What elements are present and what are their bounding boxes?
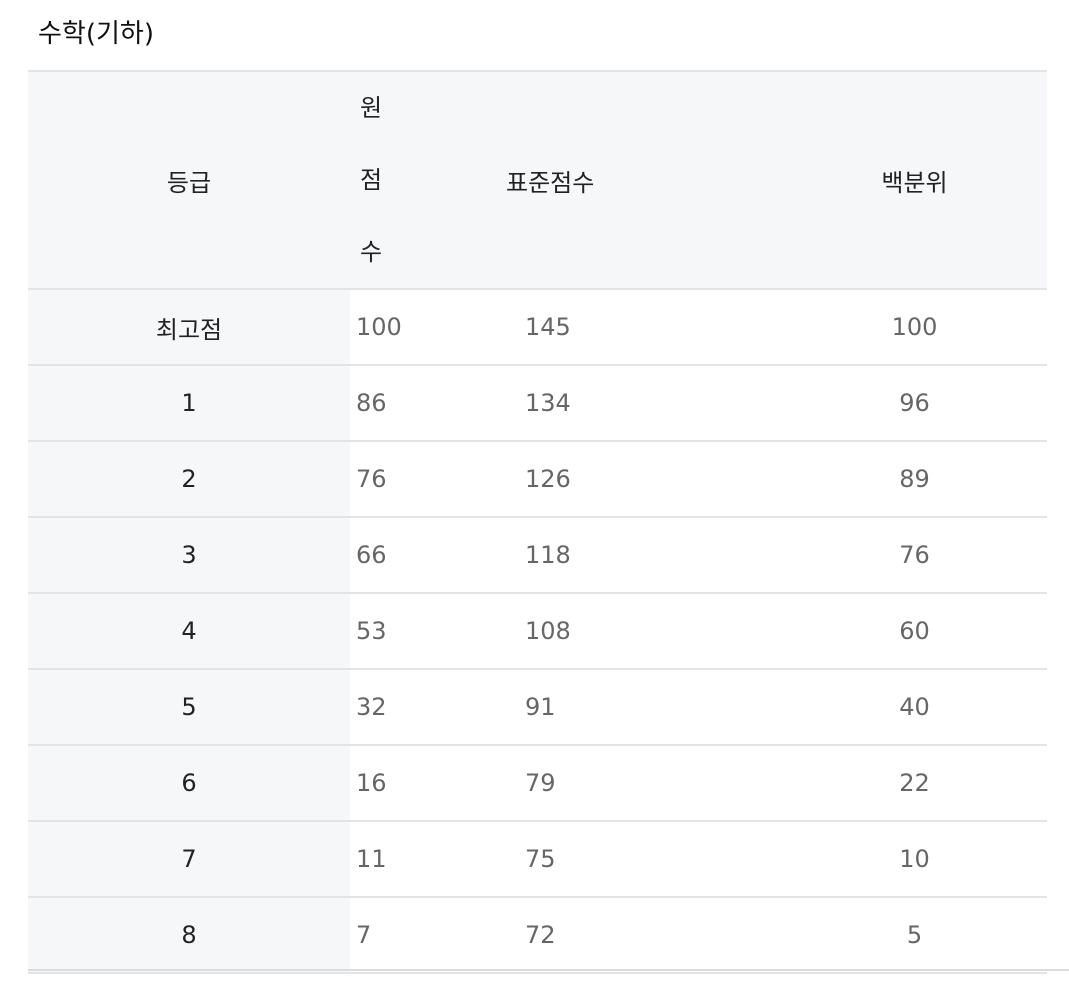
standard-score-cell: 108 — [450, 593, 672, 670]
percentile-cell: 22 — [672, 745, 1047, 822]
percentile-cell: 76 — [672, 517, 1047, 594]
raw-score-cell: 11 — [350, 821, 450, 898]
standard-score-cell: 118 — [450, 517, 672, 594]
grade-cell: 1 — [28, 365, 350, 442]
raw-score-cell: 86 — [350, 365, 450, 442]
table-row: 7 11 75 10 — [28, 821, 1047, 898]
grade-cell: 8 — [28, 897, 350, 974]
raw-score-cell: 16 — [350, 745, 450, 822]
table-row: 5 32 91 40 — [28, 669, 1047, 746]
table-row: 4 53 108 60 — [28, 593, 1047, 670]
grade-cell: 5 — [28, 669, 350, 746]
grade-cell: 2 — [28, 441, 350, 518]
raw-score-cell: 100 — [350, 289, 450, 366]
header-raw-score-label: 원점수 — [360, 94, 383, 266]
raw-score-cell: 32 — [350, 669, 450, 746]
percentile-cell: 40 — [672, 669, 1047, 746]
bottom-divider — [28, 969, 1069, 971]
table-row: 1 86 134 96 — [28, 365, 1047, 442]
standard-score-cell: 145 — [450, 289, 672, 366]
table-row: 2 76 126 89 — [28, 441, 1047, 518]
standard-score-cell: 91 — [450, 669, 672, 746]
grade-cell: 7 — [28, 821, 350, 898]
percentile-cell: 60 — [672, 593, 1047, 670]
table-row: 6 16 79 22 — [28, 745, 1047, 822]
table-row: 8 7 72 5 — [28, 897, 1047, 974]
percentile-cell: 5 — [672, 897, 1047, 974]
header-grade: 등급 — [28, 71, 350, 290]
table-row: 3 66 118 76 — [28, 517, 1047, 594]
grade-cell: 4 — [28, 593, 350, 670]
table-row: 최고점 100 145 100 — [28, 289, 1047, 366]
raw-score-cell: 53 — [350, 593, 450, 670]
grade-cell: 6 — [28, 745, 350, 822]
standard-score-cell: 72 — [450, 897, 672, 974]
raw-score-cell: 76 — [350, 441, 450, 518]
percentile-cell: 96 — [672, 365, 1047, 442]
grade-cell: 3 — [28, 517, 350, 594]
grade-cutoff-table: 등급 원점수 표준점수 백분위 최고점 100 145 100 1 86 134… — [28, 70, 1047, 974]
standard-score-cell: 75 — [450, 821, 672, 898]
table-header-row: 등급 원점수 표준점수 백분위 — [28, 71, 1047, 290]
percentile-cell: 10 — [672, 821, 1047, 898]
page-title: 수학(기하) — [38, 19, 154, 49]
standard-score-cell: 126 — [450, 441, 672, 518]
raw-score-cell: 66 — [350, 517, 450, 594]
raw-score-cell: 7 — [350, 897, 450, 974]
standard-score-cell: 134 — [450, 365, 672, 442]
header-raw-score: 원점수 — [350, 71, 450, 290]
percentile-cell: 100 — [672, 289, 1047, 366]
header-standard-score: 표준점수 — [450, 71, 672, 290]
standard-score-cell: 79 — [450, 745, 672, 822]
grade-cell: 최고점 — [28, 289, 350, 366]
header-percentile: 백분위 — [672, 71, 1047, 290]
percentile-cell: 89 — [672, 441, 1047, 518]
